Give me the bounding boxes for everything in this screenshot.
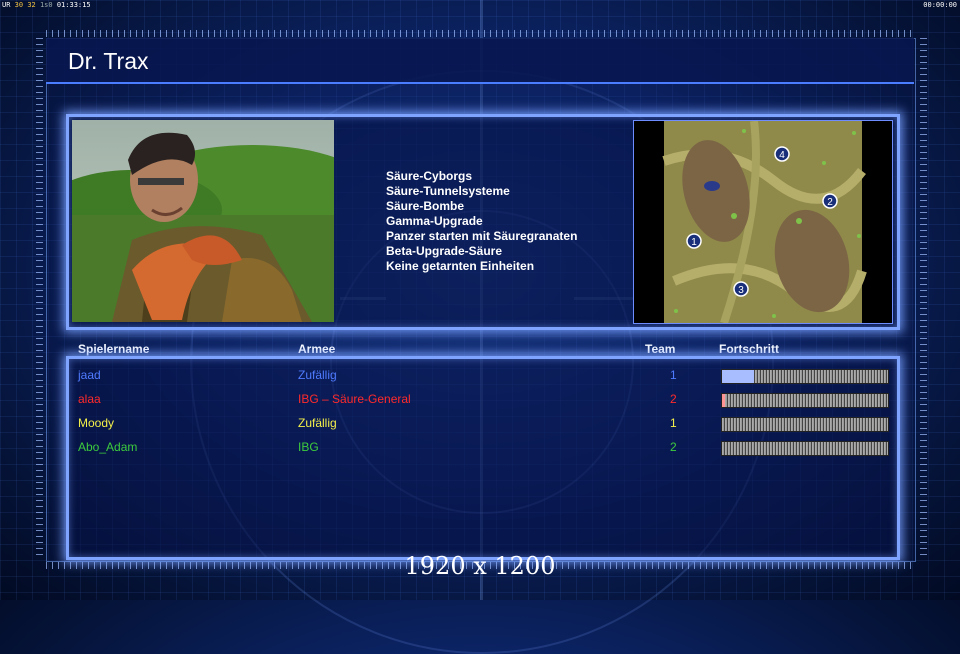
topbar-count-c: 1s0	[39, 1, 53, 9]
start-position-4: 4	[779, 150, 785, 161]
feature-item: Säure-Bombe	[386, 199, 465, 213]
progress-bar	[721, 369, 889, 384]
header-army: Armee	[298, 342, 336, 356]
feature-item: Säure-Cyborgs	[386, 169, 473, 183]
player-list-panel: jaad Zufällig 1 alaa IBG – Säure-General…	[66, 356, 900, 560]
progress-bar	[721, 417, 889, 432]
portrait-image	[72, 120, 334, 322]
general-info-panel: Säure-Cyborgs Säure-Tunnelsysteme Säure-…	[66, 114, 900, 330]
player-army: IBG	[298, 440, 319, 454]
player-row: Abo_Adam IBG 2	[69, 438, 897, 458]
player-name: Moody	[78, 416, 115, 430]
right-ruler	[920, 38, 927, 560]
header-team: Team	[645, 342, 676, 356]
progress-bar	[721, 441, 889, 456]
progress-fill	[722, 394, 726, 407]
start-position-3: 3	[738, 285, 744, 296]
player-name: Abo_Adam	[78, 440, 138, 454]
player-army: IBG – Säure-General	[298, 392, 411, 406]
player-army: Zufällig	[298, 416, 337, 430]
player-army: Zufällig	[298, 368, 337, 382]
general-portrait	[72, 120, 334, 322]
game-screen: { "topbar": {"left_prefix": "UR", "left_…	[0, 0, 960, 654]
map-image: 1 2 3 4	[634, 120, 892, 325]
player-team: 1	[670, 368, 677, 382]
debug-topbar: UR 30 32 1s0 01:33:15 00:00:00	[0, 0, 960, 10]
topbar-count-b: 32	[27, 1, 36, 9]
player-row: jaad Zufällig 1	[69, 366, 897, 386]
header-player-name: Spielername	[78, 342, 150, 356]
map-preview: 1 2 3 4	[633, 120, 893, 325]
title-bar: Dr. Trax	[46, 38, 914, 84]
feature-list: Säure-Cyborgs Säure-Tunnelsysteme Säure-…	[386, 169, 577, 274]
topbar-count-a: 30	[14, 1, 24, 9]
progress-bar	[721, 393, 889, 408]
player-name: jaad	[78, 368, 101, 382]
player-row: alaa IBG – Säure-General 2	[69, 390, 897, 410]
start-position-1: 1	[691, 237, 697, 248]
header-progress: Fortschritt	[719, 342, 779, 356]
feature-item: Beta-Upgrade-Säure	[386, 244, 503, 258]
start-position-2: 2	[827, 197, 833, 208]
player-team: 1	[670, 416, 677, 430]
left-ruler	[36, 38, 43, 560]
feature-item: Keine getarnten Einheiten	[386, 259, 535, 273]
topbar-timer: 00:00:00	[923, 1, 957, 9]
player-team: 2	[670, 392, 677, 406]
top-ruler	[46, 30, 914, 37]
player-team: 2	[670, 440, 677, 454]
general-name-title: Dr. Trax	[68, 48, 149, 74]
resolution-label: 1920 x 1200	[404, 552, 556, 580]
topbar-left: UR 30 32 1s0 01:33:15	[2, 0, 91, 10]
feature-item: Panzer starten mit Säuregranaten	[386, 229, 578, 243]
player-row: Moody Zufällig 1	[69, 414, 897, 434]
topbar-clock: 01:33:15	[56, 1, 91, 9]
progress-fill	[722, 370, 754, 383]
feature-item: Säure-Tunnelsysteme	[386, 184, 510, 198]
feature-item: Gamma-Upgrade	[386, 214, 483, 228]
topbar-prefix: UR	[2, 1, 11, 9]
player-name: alaa	[78, 392, 101, 406]
